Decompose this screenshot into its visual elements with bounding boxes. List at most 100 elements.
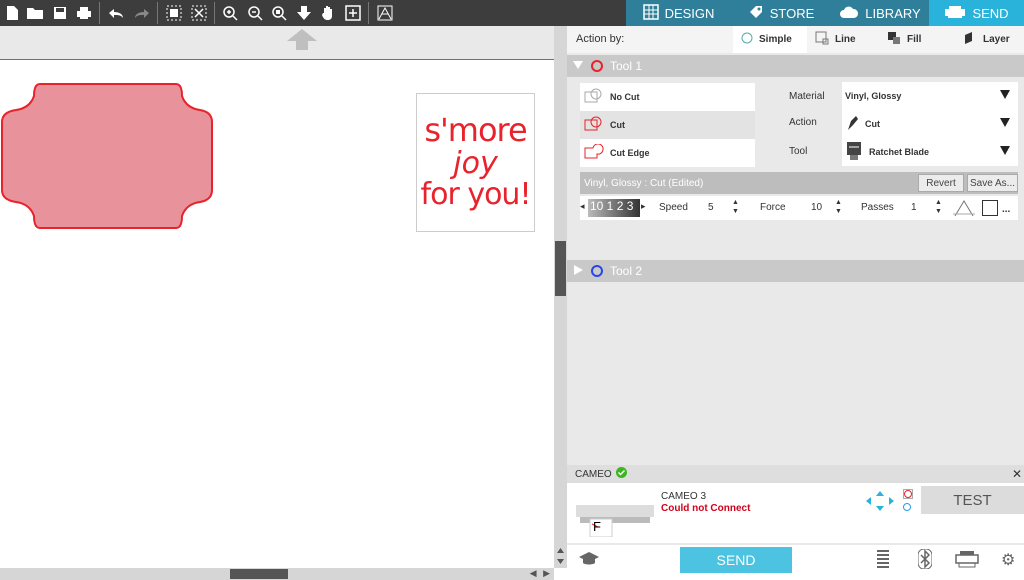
design-text-line-1: s'more — [424, 111, 527, 150]
store-tag-icon — [748, 4, 764, 23]
move-arrows-icon[interactable] — [865, 490, 895, 512]
cameo-machine-icon — [576, 505, 654, 537]
action-no-cut-label: No Cut — [610, 92, 640, 102]
open-folder-icon[interactable] — [25, 3, 45, 23]
tab-simple[interactable]: Simple — [733, 26, 807, 53]
tool-1-header[interactable]: Tool 1 — [567, 55, 1024, 77]
tab-fill[interactable]: Fill — [879, 26, 955, 53]
zoom-in-icon[interactable] — [220, 3, 240, 23]
bluetooth-icon[interactable] — [917, 548, 933, 572]
tab-line[interactable]: Line — [807, 26, 879, 53]
blade-depth-scale[interactable]: 10 1 2 3 — [588, 199, 640, 217]
machine-name: CAMEO 3 — [661, 491, 707, 502]
more-options-icon[interactable]: ... — [1002, 204, 1010, 215]
add-page-icon[interactable] — [343, 3, 363, 23]
overcut-icon[interactable] — [953, 198, 975, 221]
smore-design-card[interactable]: s'more joy for you! — [416, 93, 535, 232]
passes-input[interactable]: 1 — [911, 202, 933, 216]
gear-icon[interactable]: ⚙ — [1001, 550, 1015, 570]
send-button[interactable]: SEND — [680, 547, 792, 573]
material-select[interactable]: Vinyl, Glossy — [842, 82, 1018, 110]
tool-1-color-icon — [591, 60, 603, 72]
action-by-label: Action by: — [576, 33, 625, 45]
close-icon[interactable]: ✕ — [1012, 467, 1022, 481]
preset-bar: Vinyl, Glossy : Cut (Edited) Revert Save… — [580, 172, 1018, 194]
vertical-scrollbar[interactable] — [554, 26, 567, 568]
line-segment-checkbox[interactable] — [982, 200, 998, 216]
material-label: Material — [789, 91, 825, 102]
tool-1-indicator[interactable] — [903, 489, 913, 499]
fill-icon — [887, 31, 901, 48]
graduation-cap-icon[interactable] — [578, 551, 600, 570]
bracket-label-shape[interactable] — [0, 82, 216, 230]
tab-store[interactable]: STORE — [731, 0, 831, 26]
machine-icon[interactable] — [955, 550, 979, 571]
chevron-down-icon — [1000, 146, 1010, 155]
select-all-icon[interactable] — [164, 3, 184, 23]
tool-2-header[interactable]: Tool 2 — [567, 260, 1024, 282]
passes-stepper-icon[interactable]: ▲ ▼ — [935, 198, 942, 216]
tab-store-label: STORE — [769, 5, 815, 21]
action-cut[interactable]: Cut — [580, 111, 755, 139]
action-by-bar: Action by: Simple Line Fill Layer — [567, 26, 1024, 53]
machine-thumb-letter: F — [593, 519, 601, 534]
tab-library[interactable]: LIBRARY — [831, 0, 929, 26]
trace-icon[interactable] — [375, 3, 395, 23]
grid-icon — [642, 3, 659, 23]
speed-input[interactable]: 5 — [708, 202, 730, 216]
zoom-fit-icon[interactable] — [269, 3, 289, 23]
blade-cut-icon — [845, 115, 859, 133]
vertical-scroll-thumb[interactable] — [555, 241, 566, 296]
test-button[interactable]: TEST — [921, 486, 1024, 514]
save-as-button[interactable]: Save As... — [967, 174, 1018, 192]
design-canvas[interactable]: s'more joy for you! — [0, 26, 554, 568]
deselect-icon[interactable] — [189, 3, 209, 23]
new-file-icon[interactable] — [2, 3, 22, 23]
tab-layer[interactable]: Layer — [955, 26, 1024, 53]
action-select[interactable]: Cut — [842, 110, 1018, 138]
force-input[interactable]: 10 — [811, 202, 833, 216]
blade-right-arrow-icon[interactable]: ▸ — [641, 201, 646, 212]
tool-select[interactable]: Ratchet Blade — [842, 138, 1018, 166]
passes-label: Passes — [861, 202, 894, 213]
machine-header: CAMEO ✕ — [567, 465, 1024, 483]
pan-hand-icon[interactable] — [318, 3, 338, 23]
scroll-left-right-icon[interactable]: ◀ ▶ — [530, 568, 552, 579]
blade-left-arrow-icon[interactable]: ◂ — [580, 201, 585, 212]
revert-button[interactable]: Revert — [918, 174, 964, 192]
design-text-line-2: joy — [453, 145, 498, 181]
speed-label: Speed — [659, 202, 688, 213]
undo-icon[interactable] — [106, 3, 126, 23]
tab-design[interactable]: DESIGN — [626, 0, 731, 26]
machine-status-area: F CAMEO 3 Could not Connect TEST — [567, 483, 1024, 543]
collapse-arrow-icon — [572, 59, 584, 73]
tool-2-color-icon — [591, 265, 603, 277]
horizontal-scrollbar[interactable]: ◀ ▶ — [0, 568, 554, 580]
feed-direction-arrow-icon — [287, 29, 317, 50]
print-icon[interactable] — [74, 3, 94, 23]
tab-design-label: DESIGN — [664, 5, 715, 21]
save-icon[interactable] — [50, 3, 70, 23]
top-toolbar: DESIGN STORE LIBRARY SEND — [0, 0, 1024, 26]
tool-value: Ratchet Blade — [869, 147, 930, 157]
cut-settings-row: ◂ 10 1 2 3 ▸ Speed 5 ▲ ▼ Force 10 ▲ ▼ Pass… — [580, 196, 1018, 220]
tab-send-label: SEND — [972, 5, 1009, 21]
action-no-cut[interactable]: No Cut — [580, 83, 755, 111]
redo-icon[interactable] — [132, 3, 152, 23]
tab-line-label: Line — [835, 34, 856, 45]
zoom-out-icon[interactable] — [245, 3, 265, 23]
tab-layer-label: Layer — [983, 34, 1010, 45]
list-icon[interactable] — [876, 549, 890, 572]
tool-2-indicator[interactable] — [903, 503, 913, 513]
scroll-arrows-icon[interactable] — [554, 544, 567, 568]
action-cut-edge[interactable]: Cut Edge — [580, 139, 755, 167]
panel-footer: SEND ⚙ — [567, 545, 1024, 580]
move-down-icon[interactable] — [294, 3, 314, 23]
speed-stepper-icon[interactable]: ▲ ▼ — [732, 198, 739, 216]
ratchet-blade-icon — [845, 141, 863, 163]
tab-simple-label: Simple — [759, 34, 792, 45]
horizontal-scroll-thumb[interactable] — [230, 569, 288, 579]
layer-icon — [963, 31, 977, 48]
force-stepper-icon[interactable]: ▲ ▼ — [835, 198, 842, 216]
tab-send[interactable]: SEND — [929, 0, 1024, 26]
